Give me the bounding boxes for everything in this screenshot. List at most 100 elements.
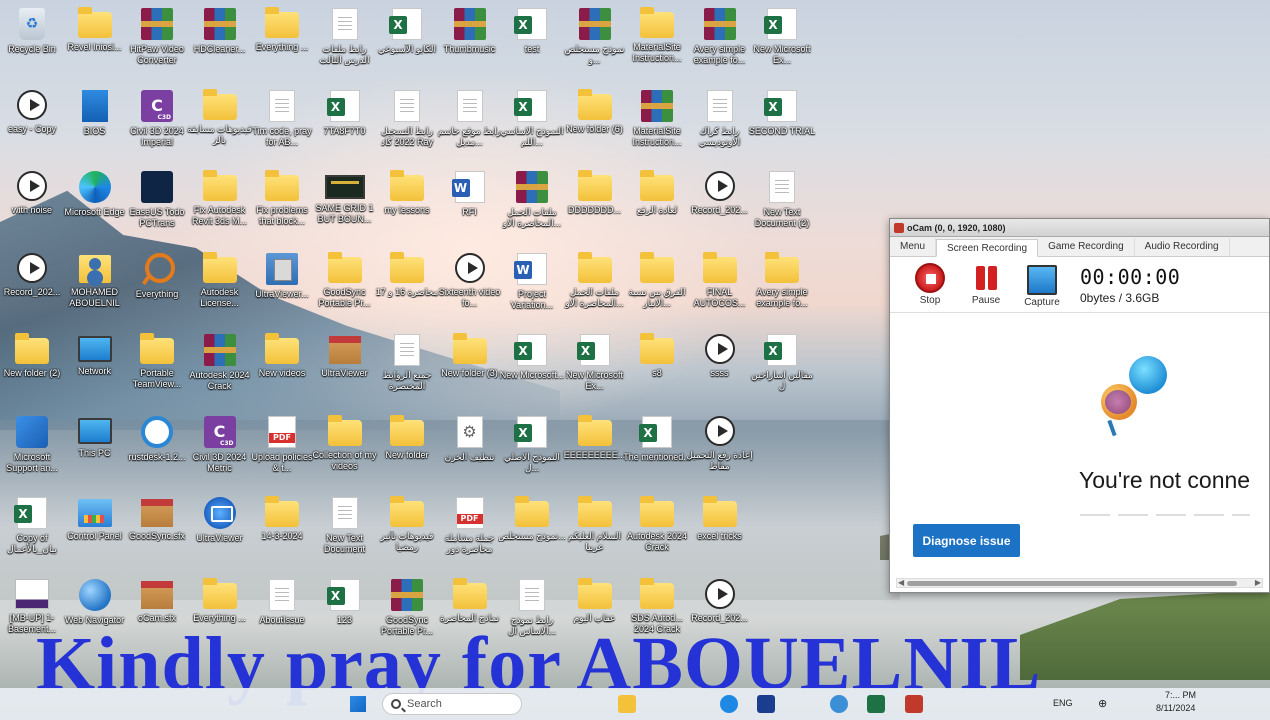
desktop-shortcut[interactable]: GoodSync.sfx [125, 493, 189, 569]
desktop-shortcut[interactable]: Everything ... [250, 4, 314, 80]
desktop-shortcut[interactable]: Portable TeamView... [125, 330, 189, 406]
desktop-shortcut[interactable]: MaterialSite Instruction... [625, 86, 689, 162]
ocam-title-bar[interactable]: oCam (0, 0, 1920, 1080) [890, 219, 1269, 237]
desktop-shortcut[interactable]: GoodSync Portable Pr... [313, 249, 377, 325]
desktop-shortcut[interactable]: excel tricks [688, 493, 752, 569]
desktop-shortcut[interactable]: New Text Document [313, 493, 377, 569]
desktop-shortcut[interactable]: test [500, 4, 564, 80]
desktop-shortcut[interactable]: ssss [688, 330, 752, 406]
desktop-shortcut[interactable]: Network [63, 330, 127, 406]
desktop-shortcut[interactable]: نموذج مستخلص و... [563, 4, 627, 80]
edge-taskbar-icon[interactable] [720, 695, 738, 713]
desktop-shortcut[interactable]: محاضرة 16 و 17 [375, 249, 439, 325]
desktop-shortcut[interactable]: Control Panel [63, 493, 127, 569]
file-explorer-icon[interactable] [618, 695, 636, 713]
desktop-shortcut[interactable]: New folder [375, 412, 439, 488]
pause-button[interactable]: Pause [958, 263, 1014, 306]
desktop-shortcut[interactable]: New Microsoft Ex... [750, 4, 814, 80]
diagnose-issue-button[interactable]: Diagnose issue [913, 524, 1020, 557]
desktop-shortcut[interactable]: Upload policies & t... [250, 412, 314, 488]
desktop-shortcut[interactable]: 14-3-2024 [250, 493, 314, 569]
desktop-shortcut[interactable]: مقالين اساراخين ل [750, 330, 814, 406]
tab-menu[interactable]: Menu [890, 238, 937, 256]
scroll-right-icon[interactable]: ▶ [1255, 578, 1261, 587]
desktop-shortcut[interactable]: Autodesk License... [188, 249, 252, 325]
desktop-shortcut[interactable]: نموذج مستخلص... [498, 493, 566, 569]
desktop-shortcut[interactable]: EEEEEEEEE... [563, 412, 627, 488]
desktop-shortcut[interactable]: Microsoft Support an... [0, 412, 64, 488]
tab-audio-recording[interactable]: Audio Recording [1135, 238, 1230, 256]
desktop-shortcut[interactable]: New Microsoft... [500, 330, 564, 406]
desktop-shortcut[interactable]: Avery simple example fo... [688, 4, 752, 80]
desktop-shortcut[interactable]: Avery simple example fo... [750, 249, 814, 325]
desktop-shortcut[interactable]: Fix problems that block... [250, 167, 314, 243]
desktop-shortcut[interactable]: جميع الروابط المختصرة [375, 330, 439, 406]
desktop-shortcut[interactable]: New folder (6) [563, 86, 627, 162]
desktop-shortcut[interactable]: النموذج الاساسي اللم... [500, 86, 564, 162]
capture-button[interactable]: Capture [1014, 262, 1070, 308]
desktop-shortcut[interactable]: rustdesk-1.2... [125, 412, 189, 488]
desktop-shortcut[interactable]: رابط التسجيل 2022 كاد Ray [375, 86, 439, 162]
desktop-shortcut[interactable]: SECOND TRIAL [749, 86, 815, 162]
desktop-shortcut[interactable]: New folder (2) [0, 330, 64, 406]
desktop-shortcut[interactable]: my lessons [375, 167, 439, 243]
desktop-shortcut[interactable]: Everything [125, 249, 189, 325]
desktop-shortcut[interactable]: ملفات الحمل المحاضرة الاو... [500, 167, 564, 243]
l-app-taskbar-icon[interactable] [757, 695, 775, 713]
desktop-shortcut[interactable]: DDDDDDD... [563, 167, 627, 243]
desktop-shortcut[interactable]: فيديوهات مسابقة بالز [187, 86, 252, 162]
desktop-shortcut[interactable]: السلام العليكم عربيا [563, 493, 627, 569]
network-tray-icon[interactable]: ⊕ [1098, 697, 1107, 710]
desktop-shortcut[interactable]: HDCleaner... [188, 4, 252, 80]
stop-button[interactable]: Stop [902, 263, 958, 306]
desktop-shortcut[interactable]: Record_202... [688, 167, 752, 243]
desktop-shortcut[interactable]: Autodesk 2024 Crack [625, 493, 689, 569]
scrollbar-thumb[interactable] [907, 581, 1237, 586]
desktop-shortcut[interactable]: BIOS [63, 86, 127, 162]
desktop-shortcut[interactable]: Thumbmusic [438, 4, 502, 80]
desktop-shortcut[interactable]: HitPaw Video Converter [125, 4, 189, 80]
clock-date[interactable]: 8/11/2024 [1156, 703, 1195, 713]
desktop-shortcut[interactable]: Project Variation... [500, 249, 564, 325]
desktop-shortcut[interactable]: s8 [625, 330, 689, 406]
desktop-shortcut[interactable]: Revel Iniosi... [63, 4, 127, 80]
desktop-shortcut[interactable]: رابط كراك الاوتوديسي [688, 86, 752, 162]
desktop-shortcut[interactable]: FINAL AUTOCOS... [688, 249, 752, 325]
desktop-shortcut[interactable]: New videos [250, 330, 314, 406]
desktop-shortcut[interactable]: with noise [0, 167, 64, 243]
desktop-shortcut[interactable]: Copy of بيان_بالأعمال [0, 493, 64, 569]
desktop-shortcut[interactable]: ملفات الحمل المحاضرة الاو... [563, 249, 627, 325]
desktop-shortcut[interactable]: رابط موقع حاسم مدبل... [438, 86, 502, 162]
desktop-shortcut[interactable]: فيديوهات تأثير رمضيا [375, 493, 439, 569]
desktop-shortcut[interactable]: ♻ Recycle Bin [0, 4, 64, 80]
taskbar-search-box[interactable]: Search [382, 693, 522, 715]
desktop-shortcut[interactable]: لعادة الرفع [625, 167, 689, 243]
ocam-taskbar-icon[interactable] [905, 695, 923, 713]
desktop-shortcut[interactable]: UltraViewer [188, 493, 252, 569]
desktop-shortcut[interactable]: 7TA8F7T0 [313, 86, 377, 162]
desktop-shortcut[interactable]: Fix Autodesk Revit 3ds M... [188, 167, 252, 243]
desktop-shortcut[interactable]: MaterialSite Instruction... [625, 4, 689, 80]
desktop-shortcut[interactable]: Microsoft Edge [63, 167, 127, 243]
desktop-shortcut[interactable]: New folder (3) [438, 330, 502, 406]
desktop-shortcut[interactable]: UltraViewer... [250, 249, 314, 325]
desktop-shortcut[interactable]: جملة مشاملة محاضرة دور [438, 493, 502, 569]
desktop-shortcut[interactable]: إعادة رفع التحميل مقاط [686, 412, 753, 488]
desktop-shortcut[interactable]: New Microsoft Ex... [563, 330, 627, 406]
desktop-shortcut[interactable]: C Civil 3D 2024 Metric [188, 412, 252, 488]
desktop-shortcut[interactable]: RFI [438, 167, 502, 243]
desktop-shortcut[interactable]: الفرق بين نسبة الانبار... [625, 249, 689, 325]
tab-game-recording[interactable]: Game Recording [1038, 238, 1135, 256]
desktop-shortcut[interactable]: Autodesk 2024 Crack [188, 330, 252, 406]
desktop-shortcut[interactable]: UltraViewer [313, 330, 377, 406]
desktop-shortcut[interactable]: Tim code, pray for AB... [250, 86, 314, 162]
tab-screen-recording[interactable]: Screen Recording [936, 239, 1039, 257]
desktop-shortcut[interactable]: This PC [63, 412, 127, 488]
desktop-shortcut[interactable]: The mentioned... [623, 412, 691, 488]
desktop-shortcut[interactable]: Record_202... [0, 249, 64, 325]
desktop-shortcut[interactable]: SAME GRID 1 BUT BOUN... [313, 167, 377, 243]
windows-start-icon[interactable] [350, 696, 366, 712]
maps-taskbar-icon[interactable] [830, 695, 848, 713]
desktop-shortcut[interactable]: MOHAMED ABOUELNIL [63, 249, 127, 325]
desktop-shortcut[interactable]: Sixteenth video fo... [438, 249, 502, 325]
